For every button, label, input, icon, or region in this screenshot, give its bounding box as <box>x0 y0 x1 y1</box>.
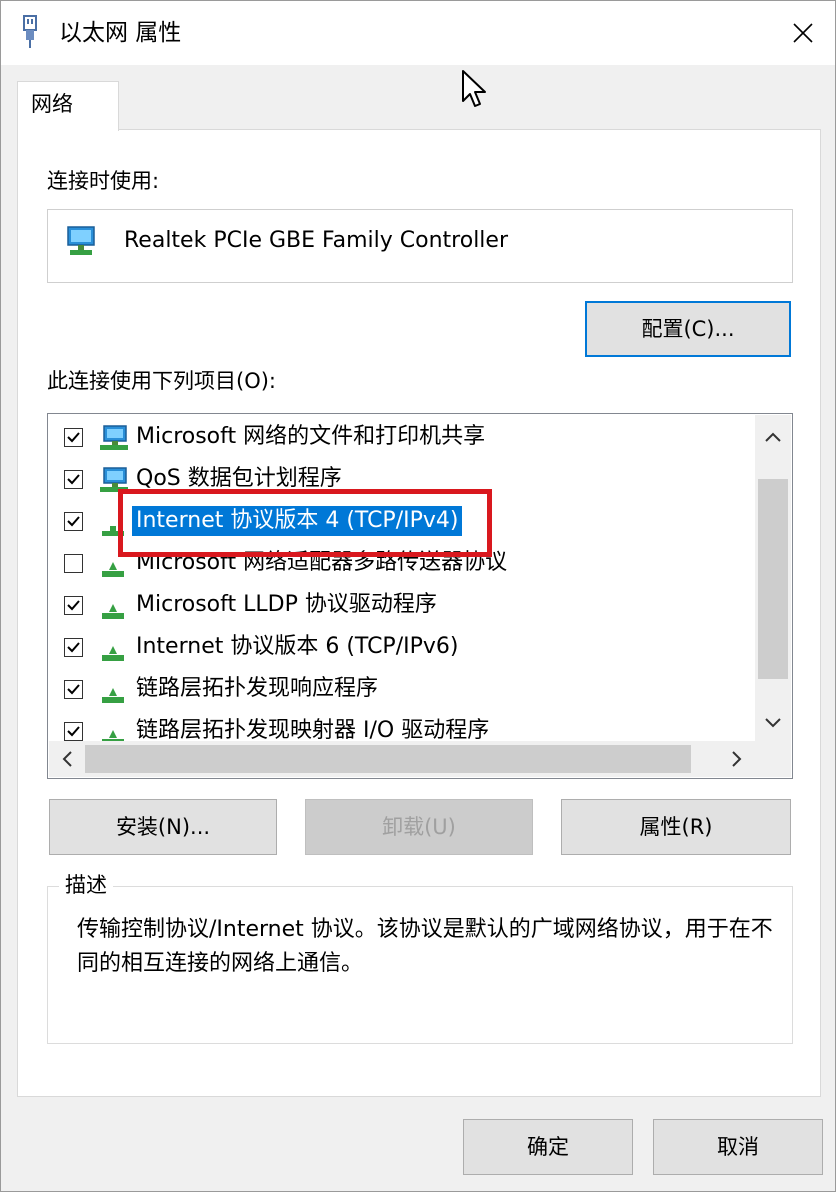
horizontal-scrollbar[interactable] <box>49 741 791 777</box>
chevron-left-icon <box>62 751 72 767</box>
item-label: 链路层拓扑发现响应程序 <box>136 676 379 701</box>
chevron-right-icon <box>732 751 742 767</box>
list-item[interactable]: 链路层拓扑发现响应程序 <box>48 668 756 710</box>
item-checkbox[interactable] <box>64 428 83 447</box>
uninstall-button[interactable]: 卸载(U) <box>305 799 533 855</box>
item-label: Internet 协议版本 6 (TCP/IPv6) <box>136 634 459 659</box>
list-item[interactable]: Microsoft LLDP 协议驱动程序 <box>48 584 756 626</box>
mouse-pointer-icon <box>462 70 486 107</box>
vertical-scroll-thumb[interactable] <box>758 479 788 679</box>
scroll-left-button[interactable] <box>49 741 85 777</box>
item-label: Microsoft LLDP 协议驱动程序 <box>136 592 437 617</box>
title-bar: 以太网 属性 <box>1 1 835 65</box>
network-client-icon <box>100 425 128 450</box>
protocol-icon <box>102 604 124 619</box>
adapter-name: Realtek PCIe GBE Family Controller <box>124 228 509 253</box>
protocol-icon <box>102 646 124 661</box>
list-item[interactable]: Microsoft 网络的文件和打印机共享 <box>48 416 756 458</box>
chevron-up-icon <box>765 432 781 442</box>
close-button[interactable] <box>771 1 835 65</box>
properties-dialog: 以太网 属性 网络 连接时使用: Realtek PCIe GBE Family… <box>0 0 836 1192</box>
connect-using-label: 连接时使用: <box>47 169 160 193</box>
item-checkbox[interactable] <box>64 512 83 531</box>
window-title: 以太网 属性 <box>59 20 182 46</box>
description-legend: 描述 <box>59 871 113 899</box>
description-text: 传输控制协议/Internet 协议。该协议是默认的广域网络协议，用于在不同的相… <box>77 917 773 976</box>
item-checkbox[interactable] <box>64 470 83 489</box>
item-checkbox[interactable] <box>64 554 83 573</box>
cancel-button[interactable]: 取消 <box>653 1119 823 1175</box>
item-checkbox[interactable] <box>64 680 83 699</box>
protocol-icon <box>102 688 124 703</box>
item-label: Microsoft 网络的文件和打印机共享 <box>136 424 486 449</box>
chevron-down-icon <box>765 718 781 728</box>
highlight-annotation-box <box>118 489 492 557</box>
adapter-display: Realtek PCIe GBE Family Controller <box>47 209 793 283</box>
item-checkbox[interactable] <box>64 638 83 657</box>
vertical-scrollbar[interactable] <box>755 415 791 741</box>
scroll-down-button[interactable] <box>755 705 791 741</box>
item-checkbox[interactable] <box>64 722 83 741</box>
tab-network[interactable]: 网络 <box>17 81 119 131</box>
ok-button[interactable]: 确定 <box>463 1119 633 1175</box>
components-list: Microsoft 网络的文件和打印机共享 QoS 数据包计划程序 Intern… <box>47 413 793 779</box>
configure-button[interactable]: 配置(C)... <box>585 301 791 357</box>
item-checkbox[interactable] <box>64 596 83 615</box>
network-adapter-icon <box>67 226 95 255</box>
install-button[interactable]: 安装(N)... <box>49 799 277 855</box>
properties-button[interactable]: 属性(R) <box>561 799 791 855</box>
horizontal-scroll-thumb[interactable] <box>85 745 691 773</box>
tab-network-label: 网络 <box>31 92 73 116</box>
scroll-right-button[interactable] <box>719 741 755 777</box>
ethernet-plug-icon <box>23 15 37 48</box>
list-item[interactable]: Internet 协议版本 6 (TCP/IPv6) <box>48 626 756 668</box>
items-section-label: 此连接使用下列项目(O): <box>47 369 276 393</box>
close-icon <box>793 23 813 43</box>
scroll-up-button[interactable] <box>755 419 791 455</box>
